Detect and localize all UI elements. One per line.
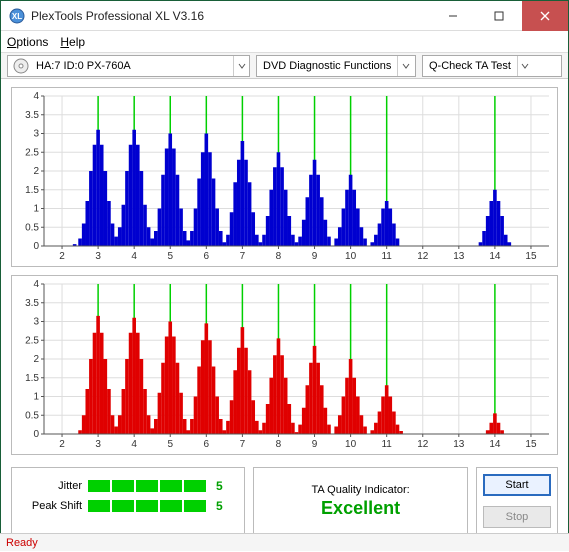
test-selector[interactable]: Q-Check TA Test [422,55,562,77]
app-icon: XL [9,8,25,24]
svg-text:2: 2 [59,251,65,262]
svg-text:4: 4 [33,279,39,290]
function-label: DVD Diagnostic Functions [257,60,397,72]
svg-text:4: 4 [131,251,137,262]
svg-text:6: 6 [204,439,210,450]
svg-text:2.5: 2.5 [25,147,39,158]
close-button[interactable] [522,1,568,31]
svg-text:1: 1 [33,204,39,215]
disc-icon [12,57,30,75]
svg-text:7: 7 [240,251,246,262]
menu-help[interactable]: Help [60,35,85,49]
jitter-bars [88,480,206,492]
maximize-button[interactable] [476,1,522,30]
svg-text:3: 3 [33,317,39,328]
start-button[interactable]: Start [483,474,551,496]
actions-group: Start Stop [476,467,558,535]
jitter-row: Jitter 5 [22,476,234,496]
window-controls [430,1,560,30]
window-title: PlexTools Professional XL V3.16 [31,9,430,23]
chevron-down-icon [517,56,533,76]
peakshift-bars [88,500,206,512]
chart-bottom: 0 0.5 1 1.5 2 2.5 3 3.5 4 2 3 4 5 6 7 8 9 10 11 12 13 14 15 [11,275,558,455]
svg-text:0.5: 0.5 [25,410,39,421]
svg-text:7: 7 [240,439,246,450]
jitter-label: Jitter [22,480,82,492]
chevron-down-icon [233,56,249,76]
statusbar: Ready [0,533,569,551]
svg-text:2: 2 [33,166,39,177]
svg-text:9: 9 [312,439,318,450]
quality-label: TA Quality Indicator: [311,484,409,496]
toolbar: HA:7 ID:0 PX-760A DVD Diagnostic Functio… [1,53,568,79]
svg-text:XL: XL [12,12,22,21]
minimize-button[interactable] [430,1,476,30]
svg-text:15: 15 [525,439,537,450]
svg-text:14: 14 [489,439,501,450]
svg-text:8: 8 [276,251,282,262]
bottom-panel: Jitter 5 Peak Shift 5 TA Quality Indicat… [1,461,568,543]
svg-text:3: 3 [95,439,101,450]
svg-text:0: 0 [33,429,39,440]
status-text: Ready [6,537,38,549]
svg-text:3: 3 [33,129,39,140]
svg-text:9: 9 [312,251,318,262]
svg-text:13: 13 [453,251,465,262]
drive-selector[interactable]: HA:7 ID:0 PX-760A [7,55,250,77]
svg-text:2: 2 [33,354,39,365]
svg-text:6: 6 [204,251,210,262]
svg-text:3.5: 3.5 [25,298,39,309]
peakshift-row: Peak Shift 5 [22,496,234,516]
svg-text:12: 12 [417,251,429,262]
svg-text:13: 13 [453,439,465,450]
svg-text:10: 10 [345,439,357,450]
svg-text:4: 4 [33,91,39,102]
svg-text:10: 10 [345,251,357,262]
test-label: Q-Check TA Test [423,60,517,72]
svg-text:0: 0 [33,241,39,252]
menubar: Options Help [1,31,568,53]
svg-text:4: 4 [131,439,137,450]
menu-options[interactable]: Options [7,35,48,49]
svg-text:14: 14 [489,251,501,262]
drive-label: HA:7 ID:0 PX-760A [34,60,233,72]
svg-text:11: 11 [381,439,392,450]
svg-text:1.5: 1.5 [25,185,39,196]
titlebar: XL PlexTools Professional XL V3.16 [1,1,568,31]
svg-text:11: 11 [381,251,392,262]
svg-text:1: 1 [33,392,39,403]
svg-text:2: 2 [59,439,65,450]
function-selector[interactable]: DVD Diagnostic Functions [256,55,416,77]
svg-text:5: 5 [167,251,173,262]
peakshift-label: Peak Shift [22,500,82,512]
peakshift-value: 5 [216,499,223,513]
svg-text:2.5: 2.5 [25,335,39,346]
metrics-group: Jitter 5 Peak Shift 5 [11,467,245,535]
charts-area: 00.511.522.533.5423456789101112131415 00… [1,79,568,461]
chevron-down-icon [397,56,413,76]
svg-text:12: 12 [417,439,429,450]
quality-value: Excellent [321,498,400,519]
quality-group: TA Quality Indicator: Excellent [253,467,468,535]
stop-button: Stop [483,506,551,528]
svg-text:3.5: 3.5 [25,110,39,121]
svg-text:5: 5 [167,439,173,450]
chart-top: 0 0.5 1 1.5 2 2.5 3 3.5 4 2 3 4 5 6 7 8 9 10 11 12 13 14 15 [11,87,558,267]
svg-text:15: 15 [525,251,537,262]
svg-text:3: 3 [95,251,101,262]
svg-text:8: 8 [276,439,282,450]
jitter-value: 5 [216,479,223,493]
svg-text:1.5: 1.5 [25,373,39,384]
svg-text:0.5: 0.5 [25,222,39,233]
